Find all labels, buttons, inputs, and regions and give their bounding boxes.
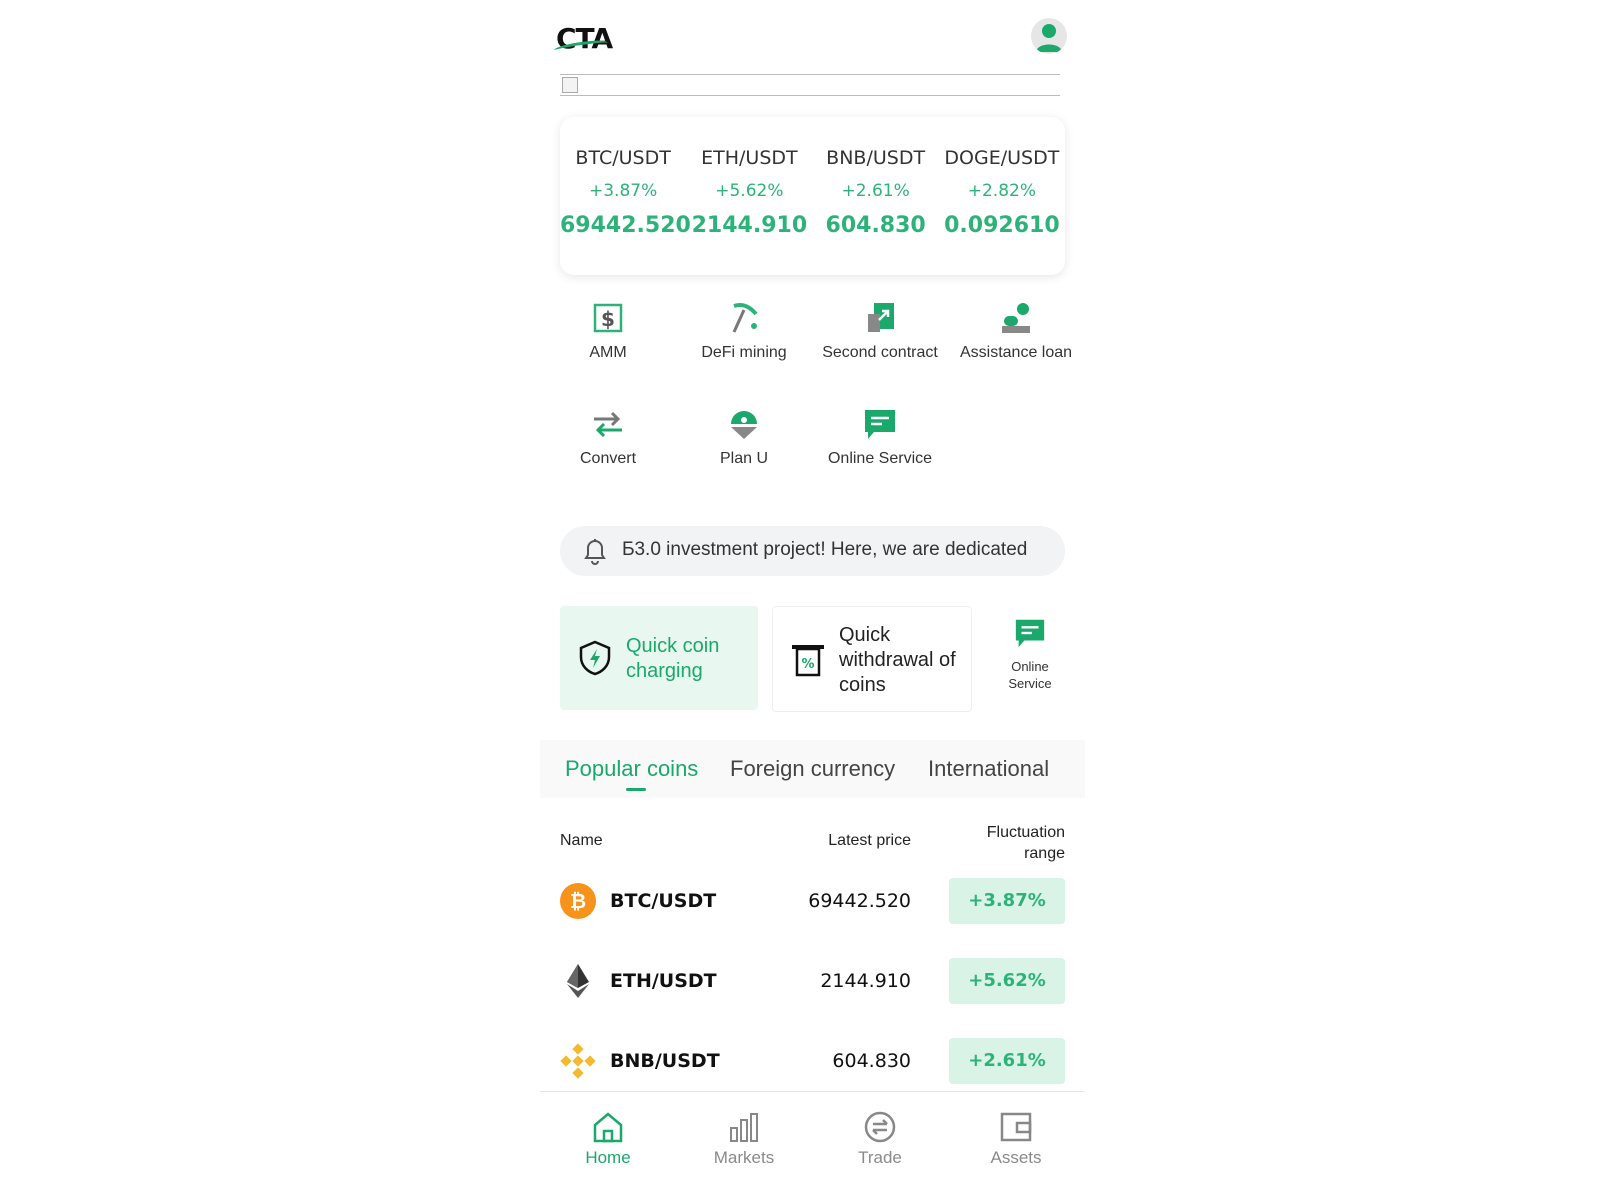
svg-text:₿: ₿	[570, 889, 586, 913]
tab-international[interactable]: International	[928, 756, 1049, 782]
quick-charge-text: Quick coin charging	[626, 635, 720, 682]
ticker-price: 69442.520	[560, 213, 691, 238]
table-header: Name Latest price Fluctuation range	[540, 822, 1085, 872]
bar-chart-icon	[730, 1113, 758, 1142]
home-icon	[593, 1112, 623, 1143]
shortcut-assistance-loan[interactable]: Assistance loan	[948, 300, 1084, 363]
ticker-change: +2.61%	[841, 181, 910, 201]
table-row[interactable]: ₿ BTC/USDT 69442.520 +3.87%	[540, 876, 1085, 926]
table-row[interactable]: ETH/USDT 2144.910 +5.62%	[540, 956, 1085, 1006]
shortcut-label: Convert	[579, 450, 637, 467]
ticker-price: 0.092610	[944, 213, 1060, 238]
nav-label: Home	[585, 1148, 631, 1167]
nav-markets[interactable]: Markets	[676, 1110, 812, 1168]
notice-text: Ƃ3.0 investment project! Here, we are de…	[622, 539, 1028, 560]
tab-foreign-currency[interactable]: Foreign currency	[730, 756, 895, 782]
quick-withdraw-button[interactable]: % Quick withdrawal of coins	[772, 606, 972, 712]
ticker-pair: BNB/USDT	[826, 147, 926, 169]
shortcut-label: Plan U	[719, 450, 769, 467]
ticker-change: +5.62%	[715, 181, 784, 201]
svg-text:$: $	[601, 307, 615, 331]
shortcut-convert[interactable]: Convert	[540, 406, 676, 469]
bell-icon	[584, 539, 606, 565]
shortcut-label: DeFi mining	[701, 344, 787, 361]
market-tabs: Popular coins Foreign currency Internati…	[540, 740, 1085, 798]
ticker-item[interactable]: DOGE/USDT +2.82% 0.092610	[939, 117, 1065, 275]
app-root: CTA BTC/USDT +3.87% 69442.520 ETH/USDT +…	[540, 0, 1085, 1201]
quick-withdraw-text: Quick withdrawal of coins	[839, 624, 956, 696]
row-price: 69442.520	[808, 890, 911, 912]
quick-charge-button[interactable]: Quick coin charging	[560, 606, 758, 710]
dollar-exchange-icon: $	[593, 303, 623, 333]
convert-arrows-icon	[594, 411, 622, 438]
user-icon	[1036, 24, 1062, 52]
shortcut-label: AMM	[589, 344, 627, 361]
trade-icon	[864, 1111, 896, 1143]
ticker-change: +2.82%	[967, 181, 1036, 201]
row-pair: BNB/USDT	[610, 1050, 720, 1072]
online-service-button[interactable]: Online Service	[980, 616, 1080, 692]
plan-u-icon	[731, 411, 757, 439]
nav-trade[interactable]: Trade	[812, 1110, 948, 1168]
ticker-pair: DOGE/USDT	[944, 147, 1060, 169]
column-fluctuation-range-label: Fluctuation range	[986, 824, 1065, 862]
svg-text:%: %	[801, 657, 814, 672]
ticker-pair: ETH/USDT	[701, 147, 798, 169]
notice-bar[interactable]: Ƃ3.0 investment project! Here, we are de…	[560, 526, 1065, 576]
bnb-icon	[560, 1043, 596, 1079]
row-price: 2144.910	[820, 970, 911, 992]
row-change-badge: +5.62%	[949, 958, 1065, 1004]
nav-label: Trade	[858, 1148, 902, 1167]
pickaxe-icon	[732, 303, 758, 333]
nav-label: Markets	[713, 1148, 775, 1167]
column-latest-price: Latest price	[828, 832, 911, 849]
shortcut-second-contract[interactable]: Second contract	[812, 300, 948, 363]
row-pair: BTC/USDT	[610, 890, 717, 912]
ticker-price: 2144.910	[691, 213, 808, 238]
column-fluctuation-range: Fluctuation range	[969, 822, 1065, 864]
withdraw-receipt-icon: %	[792, 645, 824, 677]
loan-icon	[1002, 303, 1030, 333]
tab-active-indicator	[626, 788, 646, 791]
ethereum-icon	[567, 964, 589, 998]
header: CTA	[540, 18, 1085, 60]
nav-label: Assets	[990, 1148, 1042, 1167]
row-change-badge: +3.87%	[949, 878, 1065, 924]
avatar[interactable]	[1031, 18, 1067, 54]
nav-assets[interactable]: Assets	[948, 1110, 1084, 1168]
ticker-pair: BTC/USDT	[575, 147, 671, 169]
row-change-badge: +2.61%	[949, 1038, 1065, 1084]
tab-popular-coins[interactable]: Popular coins	[565, 756, 698, 782]
bottom-nav: Home Markets Trade Assets	[540, 1091, 1085, 1201]
shortcut-label: Second contract	[822, 344, 938, 361]
nav-home[interactable]: Home	[540, 1110, 676, 1168]
bitcoin-icon: ₿	[560, 883, 596, 919]
shortcut-amm[interactable]: $ AMM	[540, 300, 676, 363]
column-name: Name	[560, 832, 603, 849]
shield-bolt-icon	[579, 640, 611, 676]
ticker-card: BTC/USDT +3.87% 69442.520 ETH/USDT +5.62…	[560, 117, 1065, 275]
banner[interactable]	[560, 74, 1060, 96]
shortcut-plan-u[interactable]: Plan U	[676, 406, 812, 469]
contract-icon	[868, 303, 894, 332]
online-service-label: Online Service	[1008, 659, 1052, 691]
shortcut-label: Assistance loan	[959, 344, 1073, 361]
ticker-item[interactable]: BTC/USDT +3.87% 69442.520	[560, 117, 691, 275]
shortcut-label: Online Service	[827, 450, 933, 467]
quick-withdraw-label: Quick withdrawal of coins	[839, 623, 959, 698]
chat-icon	[1015, 619, 1045, 648]
shortcut-online-service[interactable]: Online Service	[812, 406, 948, 469]
quick-charge-label: Quick coin charging	[626, 634, 746, 684]
ticker-price: 604.830	[825, 213, 926, 238]
ticker-item[interactable]: ETH/USDT +5.62% 2144.910	[686, 117, 812, 275]
row-price: 604.830	[832, 1050, 911, 1072]
ticker-item[interactable]: BNB/USDT +2.61% 604.830	[813, 117, 939, 275]
ticker-change: +3.87%	[589, 181, 658, 201]
row-pair: ETH/USDT	[610, 970, 717, 992]
chat-icon	[865, 410, 895, 439]
broken-image-icon	[562, 77, 578, 93]
wallet-icon	[1000, 1112, 1032, 1142]
shortcut-defi-mining[interactable]: DeFi mining	[676, 300, 812, 363]
table-row[interactable]: BNB/USDT 604.830 +2.61%	[540, 1036, 1085, 1086]
